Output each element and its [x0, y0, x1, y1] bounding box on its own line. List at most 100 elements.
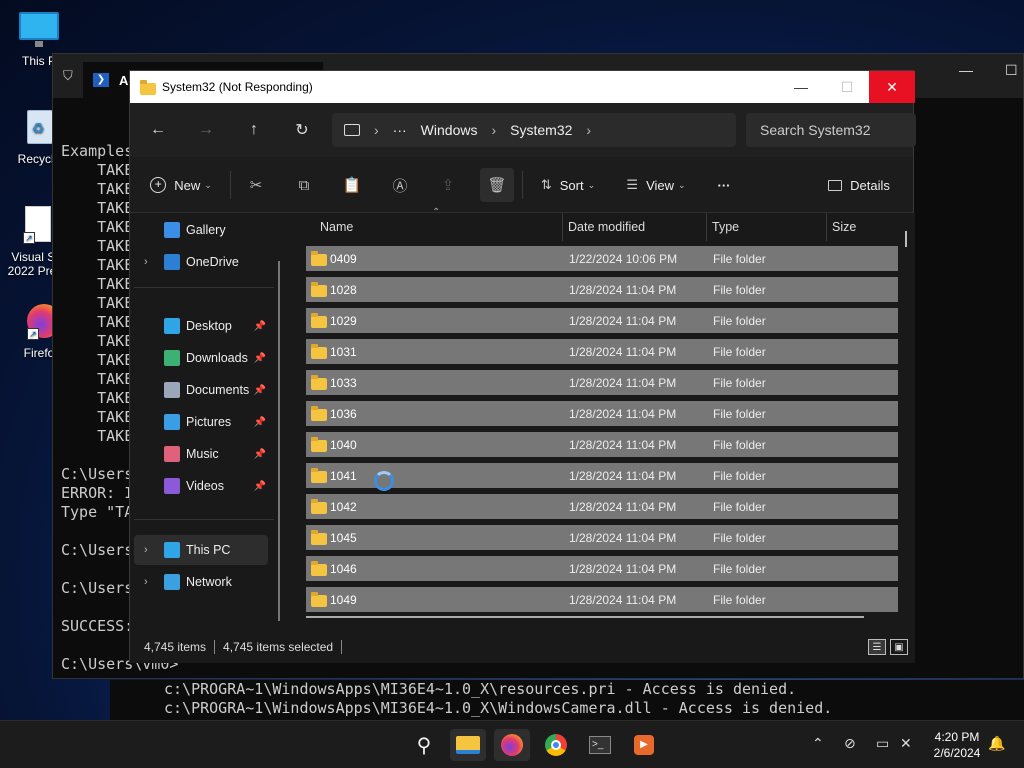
nav-item-label: Videos — [186, 479, 224, 493]
vertical-scrollbar[interactable] — [905, 231, 907, 247]
more-options-icon[interactable]: ··· — [710, 171, 738, 199]
breadcrumb-overflow[interactable]: ··· — [393, 122, 407, 138]
column-header-name[interactable]: Name — [320, 213, 353, 241]
terminal-line: TAKE — [61, 389, 134, 407]
file-name: 1049 — [330, 592, 357, 607]
file-row[interactable]: 1031 1/28/2024 11:04 PM File folder — [306, 339, 898, 364]
chevron-right-icon[interactable]: › — [144, 256, 148, 268]
column-divider[interactable] — [826, 213, 827, 241]
nav-item-this-pc[interactable]: › This PC — [134, 535, 268, 565]
maximize-button[interactable]: ☐ — [824, 71, 870, 103]
notification-bell-icon[interactable]: 🔔 — [988, 735, 1005, 752]
minimize-button[interactable]: — — [778, 71, 824, 103]
chevron-up-icon[interactable]: ⌃ — [812, 735, 824, 752]
file-row[interactable]: 1028 1/28/2024 11:04 PM File folder — [306, 277, 898, 302]
breadcrumb-system32[interactable]: System32 — [510, 122, 572, 138]
chevron-right-icon[interactable]: › — [144, 544, 148, 556]
file-name: 1045 — [330, 530, 357, 545]
search-icon[interactable]: ⚲ — [406, 729, 442, 761]
nav-item-music[interactable]: Music 📌 — [134, 439, 268, 469]
navigation-pane: Gallery › OneDrive Desktop 📌 Downloads 📌 Docume… — [130, 213, 288, 631]
breadcrumb-windows[interactable]: Windows — [421, 122, 478, 138]
up-button[interactable]: ↑ — [240, 116, 268, 144]
column-divider[interactable] — [706, 213, 707, 241]
nav-item-label: Downloads — [186, 351, 248, 365]
nav-item-videos[interactable]: Videos 📌 — [134, 471, 268, 501]
file-row[interactable]: 1029 1/28/2024 11:04 PM File folder — [306, 308, 898, 333]
cut-icon[interactable]: ✂ — [242, 171, 270, 199]
details-button[interactable]: Details — [826, 171, 892, 199]
chrome-icon[interactable] — [538, 729, 574, 761]
address-row: ← → ↑ ↻ › ··· Windows › System32 › Searc… — [130, 103, 916, 157]
column-header-date-modified[interactable]: Date modified — [568, 213, 645, 241]
details-view-icon[interactable]: ☰ — [868, 639, 886, 655]
terminal-icon[interactable]: >_ — [582, 729, 618, 761]
nav-item-network[interactable]: › Network — [134, 567, 268, 597]
gallery-icon — [164, 222, 180, 238]
pin-icon: 📌 — [253, 480, 266, 492]
forward-button[interactable]: → — [192, 116, 220, 144]
horizontal-scrollbar[interactable] — [306, 616, 864, 618]
file-type: File folder — [713, 561, 766, 576]
folder-icon — [311, 499, 327, 514]
terminal-line: C:\Users — [61, 465, 134, 483]
clock[interactable]: 4:20 PM 2/6/2024 — [922, 729, 992, 761]
new-button[interactable]: + New ⌄ — [148, 171, 214, 199]
paste-icon[interactable]: 📋 — [338, 171, 366, 199]
search-input[interactable]: Search System32 — [746, 113, 916, 147]
nav-item-onedrive[interactable]: › OneDrive — [134, 247, 268, 277]
file-row[interactable]: 1036 1/28/2024 11:04 PM File folder — [306, 401, 898, 426]
file-row[interactable]: 1049 1/28/2024 11:04 PM File folder — [306, 587, 898, 612]
file-name: 1031 — [330, 344, 357, 359]
folder-icon — [311, 282, 327, 297]
network-disconnected-icon[interactable]: ⊘ — [844, 735, 856, 752]
details-pane-icon — [828, 179, 843, 191]
explorer-titlebar[interactable]: System32 (Not Responding) — ☐ ✕ — [130, 71, 915, 103]
close-button[interactable]: ✕ — [869, 71, 915, 103]
nav-item-gallery[interactable]: Gallery — [134, 215, 268, 245]
media-player-icon[interactable]: ▶ — [626, 729, 662, 761]
column-header-size[interactable]: Size — [832, 213, 856, 241]
maximize-icon[interactable]: ☐ — [1005, 62, 1018, 79]
file-row[interactable]: 1041 1/28/2024 11:04 PM File folder — [306, 463, 898, 488]
file-type: File folder — [713, 406, 766, 421]
firefox-icon[interactable] — [494, 729, 530, 761]
volume-muted-icon[interactable]: ✕ — [900, 735, 912, 752]
chevron-right-icon[interactable]: › — [144, 576, 148, 588]
folder-icon — [311, 375, 327, 390]
nav-scrollbar[interactable] — [278, 261, 280, 621]
file-name: 1040 — [330, 437, 357, 452]
back-button[interactable]: ← — [144, 116, 172, 144]
view-button[interactable]: ☰ View ⌄ — [622, 171, 690, 199]
address-bar[interactable]: › ··· Windows › System32 › — [332, 113, 736, 147]
nav-item-desktop[interactable]: Desktop 📌 — [134, 311, 268, 341]
file-row[interactable]: 1046 1/28/2024 11:04 PM File folder — [306, 556, 898, 581]
file-row[interactable]: 1045 1/28/2024 11:04 PM File folder — [306, 525, 898, 550]
nav-item-pictures[interactable]: Pictures 📌 — [134, 407, 268, 437]
display-icon[interactable]: ▭ — [876, 735, 889, 752]
column-divider[interactable] — [562, 213, 563, 241]
file-row[interactable]: 0409 1/22/2024 10:06 PM File folder — [306, 246, 898, 271]
tiles-view-icon[interactable]: ▣ — [890, 639, 908, 655]
nav-item-documents[interactable]: Documents 📌 — [134, 375, 268, 405]
pin-icon: 📌 — [253, 320, 266, 332]
file-date-modified: 1/28/2024 11:04 PM — [569, 437, 677, 452]
column-header-type[interactable]: Type — [712, 213, 739, 241]
file-type: File folder — [713, 251, 766, 266]
sort-button[interactable]: ⇅ Sort ⌄ — [536, 171, 600, 199]
pictures-icon — [164, 414, 180, 430]
file-row[interactable]: 1040 1/28/2024 11:04 PM File folder — [306, 432, 898, 457]
toolbar-divider — [522, 171, 523, 199]
nav-item-downloads[interactable]: Downloads 📌 — [134, 343, 268, 373]
file-explorer-icon[interactable] — [450, 729, 486, 761]
share-icon[interactable]: ⇪ — [434, 171, 462, 199]
refresh-button[interactable]: ↻ — [288, 116, 316, 144]
file-row[interactable]: 1033 1/28/2024 11:04 PM File folder — [306, 370, 898, 395]
file-explorer-window[interactable]: System32 (Not Responding) — ☐ ✕ ← → ↑ ↻ … — [129, 70, 916, 663]
copy-icon[interactable]: ⧉ — [290, 171, 318, 199]
rename-icon[interactable]: Ⓐ — [386, 171, 414, 199]
file-row[interactable]: 1042 1/28/2024 11:04 PM File folder — [306, 494, 898, 519]
delete-icon[interactable]: 🗑 — [480, 168, 514, 202]
onedrive-icon — [164, 254, 180, 270]
minimize-icon[interactable]: — — [959, 62, 973, 78]
